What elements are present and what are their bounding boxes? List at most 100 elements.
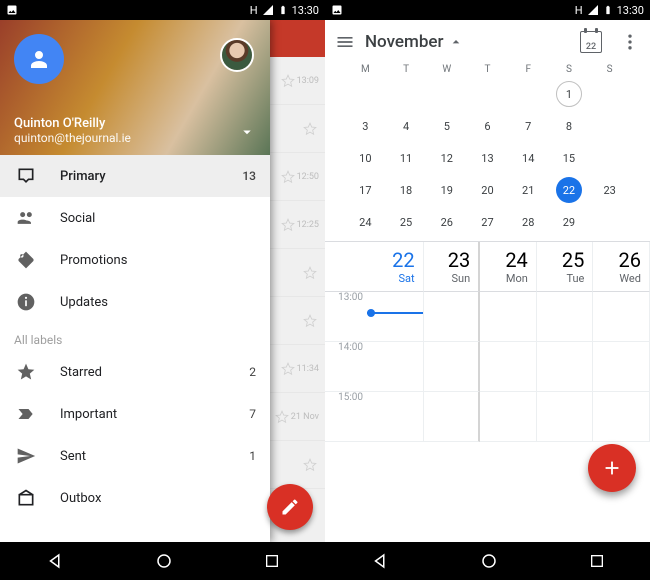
time-slot[interactable] bbox=[593, 392, 650, 442]
time-slot[interactable] bbox=[424, 392, 481, 442]
important-icon bbox=[14, 402, 38, 426]
week-day-header[interactable]: 25Tue bbox=[537, 242, 594, 292]
time-slot[interactable] bbox=[537, 392, 594, 442]
day-cell[interactable]: 10 bbox=[352, 145, 378, 171]
drawer-item-starred[interactable]: Starred2 bbox=[0, 351, 270, 393]
time-slot[interactable] bbox=[537, 342, 594, 392]
drawer-item-updates[interactable]: Updates bbox=[0, 281, 270, 323]
day-cell[interactable]: 14 bbox=[515, 145, 541, 171]
drawer-item-important[interactable]: Important7 bbox=[0, 393, 270, 435]
outbox-icon bbox=[14, 486, 38, 510]
pencil-icon bbox=[280, 497, 300, 517]
clock: 13:30 bbox=[617, 4, 644, 17]
sent-icon bbox=[14, 444, 38, 468]
drawer-item-count: 2 bbox=[249, 365, 256, 379]
day-cell[interactable]: 24 bbox=[352, 209, 378, 235]
day-cell[interactable]: 13 bbox=[474, 145, 500, 171]
avatar-secondary[interactable] bbox=[220, 38, 254, 72]
day-cell[interactable]: 17 bbox=[352, 177, 378, 203]
time-slot[interactable] bbox=[367, 292, 424, 342]
day-cell[interactable]: 1 bbox=[556, 81, 582, 107]
clock: 13:30 bbox=[292, 4, 319, 17]
back-button[interactable] bbox=[46, 552, 64, 570]
day-cell[interactable]: 25 bbox=[393, 209, 419, 235]
event-marker[interactable] bbox=[367, 312, 423, 314]
drawer-item-primary[interactable]: Primary13 bbox=[0, 155, 270, 197]
time-slot[interactable] bbox=[480, 342, 537, 392]
time-slot[interactable] bbox=[367, 392, 424, 442]
day-cell[interactable]: 7 bbox=[515, 113, 541, 139]
time-slot[interactable] bbox=[593, 292, 650, 342]
day-cell[interactable]: 6 bbox=[474, 113, 500, 139]
drawer-item-count: 1 bbox=[249, 449, 256, 463]
recents-button[interactable] bbox=[589, 553, 605, 569]
time-slot[interactable] bbox=[424, 292, 481, 342]
drawer-item-label: Primary bbox=[60, 169, 242, 184]
day-cell[interactable]: 27 bbox=[474, 209, 500, 235]
time-slot[interactable] bbox=[480, 392, 537, 442]
day-cell[interactable]: 20 bbox=[474, 177, 500, 203]
menu-icon[interactable] bbox=[335, 32, 355, 52]
day-cell[interactable]: 26 bbox=[434, 209, 460, 235]
time-slot[interactable] bbox=[480, 292, 537, 342]
time-slot[interactable] bbox=[593, 342, 650, 392]
home-button[interactable] bbox=[155, 552, 173, 570]
status-bar: H 13:30 bbox=[325, 0, 650, 20]
week-day-header[interactable]: 24Mon bbox=[480, 242, 537, 292]
month-view: MTWTFSS 13456781011121314151718192021222… bbox=[325, 64, 650, 241]
account-name: Quinton O'Reilly bbox=[14, 116, 260, 131]
time-slot[interactable] bbox=[424, 342, 481, 392]
drawer-item-label: Outbox bbox=[60, 491, 256, 506]
day-cell[interactable]: 23 bbox=[597, 177, 623, 203]
month-picker[interactable]: November bbox=[365, 32, 464, 52]
add-event-fab[interactable] bbox=[588, 444, 636, 492]
day-cell[interactable]: 8 bbox=[556, 113, 582, 139]
day-cell[interactable]: 22 bbox=[556, 177, 582, 203]
account-switcher[interactable]: Quinton O'Reilly quinton@thejournal.ie bbox=[14, 116, 260, 145]
day-cell[interactable]: 11 bbox=[393, 145, 419, 171]
home-button[interactable] bbox=[480, 552, 498, 570]
updates-icon bbox=[14, 290, 38, 314]
drawer-item-sent[interactable]: Sent1 bbox=[0, 435, 270, 477]
week-day-header[interactable]: 23Sun bbox=[424, 242, 481, 292]
drawer-item-label: Promotions bbox=[60, 253, 256, 268]
day-cell[interactable]: 3 bbox=[352, 113, 378, 139]
drawer-item-outbox[interactable]: Outbox bbox=[0, 477, 270, 519]
status-bar: H 13:30 bbox=[0, 0, 325, 20]
hour-label: 15:00 bbox=[325, 392, 367, 442]
day-cell[interactable]: 21 bbox=[515, 177, 541, 203]
day-cell[interactable]: 4 bbox=[393, 113, 419, 139]
drawer-header[interactable]: Quinton O'Reilly quinton@thejournal.ie bbox=[0, 20, 270, 155]
day-cell[interactable]: 15 bbox=[556, 145, 582, 171]
day-cell[interactable]: 19 bbox=[434, 177, 460, 203]
battery-icon bbox=[603, 3, 613, 17]
time-slot[interactable] bbox=[367, 342, 424, 392]
recents-button[interactable] bbox=[264, 553, 280, 569]
back-button[interactable] bbox=[371, 552, 389, 570]
signal-icon bbox=[262, 4, 274, 16]
week-day-header[interactable]: 26Wed bbox=[593, 242, 650, 292]
day-cell[interactable]: 5 bbox=[434, 113, 460, 139]
drawer-item-promotions[interactable]: Promotions bbox=[0, 239, 270, 281]
day-cell[interactable]: 28 bbox=[515, 209, 541, 235]
network-indicator: H bbox=[575, 4, 583, 17]
drawer-item-social[interactable]: Social bbox=[0, 197, 270, 239]
day-of-week-row: MTWTFSS bbox=[345, 64, 630, 75]
chevron-up-icon bbox=[448, 34, 464, 50]
week-day-header[interactable]: 22Sat bbox=[367, 242, 424, 292]
day-cell[interactable]: 18 bbox=[393, 177, 419, 203]
compose-fab[interactable] bbox=[267, 484, 313, 530]
drawer-item-label: Social bbox=[60, 211, 256, 226]
nav-drawer: Quinton O'Reilly quinton@thejournal.ie P… bbox=[0, 20, 270, 542]
time-slot[interactable] bbox=[537, 292, 594, 342]
day-cell[interactable]: 29 bbox=[556, 209, 582, 235]
avatar-primary[interactable] bbox=[14, 34, 64, 84]
day-cell[interactable]: 12 bbox=[434, 145, 460, 171]
today-button[interactable]: 22 bbox=[580, 31, 602, 53]
inbox-icon bbox=[14, 164, 38, 188]
drawer-item-label: Updates bbox=[60, 295, 256, 310]
nav-bar bbox=[0, 542, 325, 580]
overflow-icon[interactable] bbox=[620, 32, 640, 52]
image-icon bbox=[6, 4, 18, 16]
network-indicator: H bbox=[250, 4, 258, 17]
